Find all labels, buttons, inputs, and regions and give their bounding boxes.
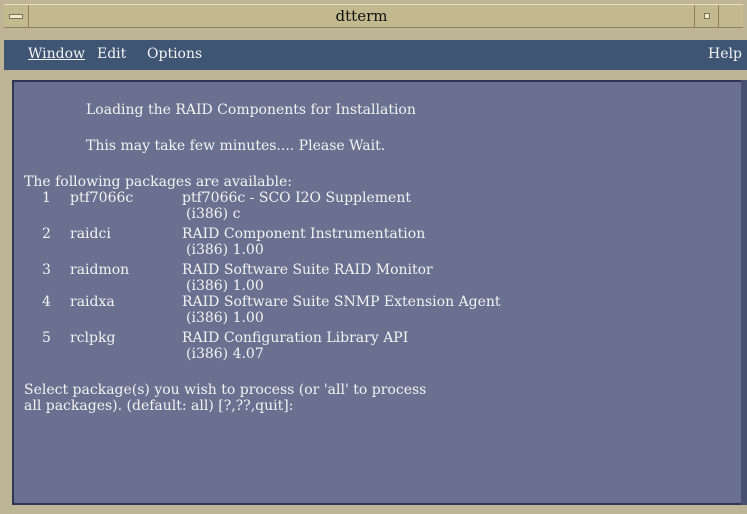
menu-bar: Window Edit Options Help [4, 40, 747, 70]
package-number: 1 [42, 190, 51, 206]
selection-prompt-line-2: all packages). (default: all) [?,??,quit… [24, 398, 294, 414]
selection-prompt-line-1: Select package(s) you wish to process (o… [24, 382, 427, 398]
wait-message: This may take few minutes.... Please Wai… [86, 138, 386, 154]
menu-edit[interactable]: Edit [97, 46, 126, 62]
menu-options[interactable]: Options [147, 46, 202, 62]
dtterm-window: dtterm Window Edit Options Help Loading … [0, 0, 747, 514]
package-description: RAID Software Suite SNMP Extension Agent [182, 294, 501, 310]
package-description: ptf7066c - SCO I2O Supplement [182, 190, 411, 206]
package-number: 3 [42, 262, 51, 278]
minimize-icon[interactable] [694, 5, 719, 27]
package-version: (i386) 4.07 [186, 346, 264, 362]
scrollbar[interactable] [741, 80, 747, 505]
window-menu-icon[interactable] [4, 5, 29, 27]
title-bar[interactable]: dtterm [4, 4, 743, 28]
maximize-icon[interactable] [718, 5, 743, 27]
package-name: raidxa [70, 294, 115, 310]
package-number: 2 [42, 226, 51, 242]
menu-help[interactable]: Help [708, 46, 742, 62]
package-description: RAID Software Suite RAID Monitor [182, 262, 433, 278]
package-version: (i386) c [186, 206, 241, 222]
package-number: 4 [42, 294, 51, 310]
package-name: raidci [70, 226, 111, 242]
window-title: dtterm [335, 7, 388, 25]
package-name: raidmon [70, 262, 130, 278]
package-description: RAID Configuration Library API [182, 330, 409, 346]
package-number: 5 [42, 330, 51, 346]
package-description: RAID Component Instrumentation [182, 226, 426, 242]
packages-header: The following packages are available: [24, 174, 292, 190]
package-version: (i386) 1.00 [186, 310, 264, 326]
package-name: ptf7066c [70, 190, 134, 206]
loading-message: Loading the RAID Components for Installa… [86, 102, 416, 118]
terminal-output[interactable]: Loading the RAID Components for Installa… [12, 80, 743, 505]
package-version: (i386) 1.00 [186, 242, 264, 258]
package-version: (i386) 1.00 [186, 278, 264, 294]
package-name: rclpkg [70, 330, 116, 346]
menu-window[interactable]: Window [28, 46, 85, 62]
